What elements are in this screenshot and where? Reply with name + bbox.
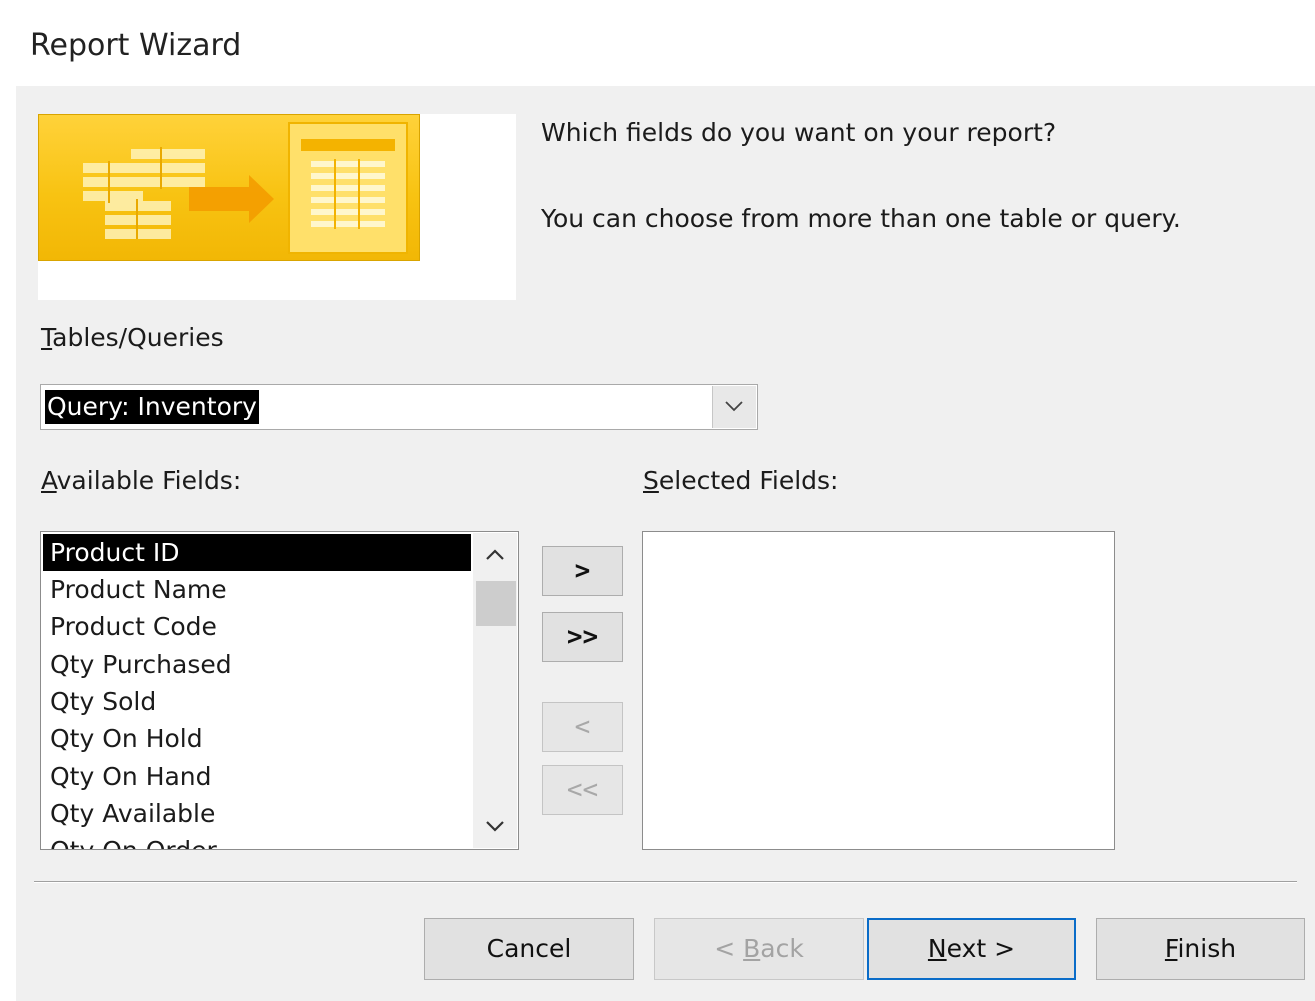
available-field-item[interactable]: Qty Purchased <box>43 646 471 683</box>
available-field-item[interactable]: Qty Sold <box>43 683 471 720</box>
finish-button-mnemonic: F <box>1164 934 1178 963</box>
available-field-item[interactable]: Qty On Hand <box>43 758 471 795</box>
finish-button-label: inish <box>1177 934 1237 963</box>
available-field-item[interactable]: Qty Available <box>43 795 471 832</box>
available-field-item[interactable]: Qty On Order <box>43 832 471 849</box>
hint-text: You can choose from more than one table … <box>541 204 1181 233</box>
next-button[interactable]: Next > <box>867 918 1076 980</box>
chevron-down-icon <box>725 401 743 412</box>
chevron-up-icon[interactable] <box>473 533 517 577</box>
available-field-item[interactable]: Product ID <box>43 534 471 571</box>
available-fields-scrollbar[interactable] <box>473 533 517 848</box>
next-button-label: ext > <box>946 934 1016 963</box>
remove-field-button[interactable]: < <box>542 702 623 752</box>
tables-queries-combobox[interactable]: Query: Inventory <box>40 384 758 430</box>
add-all-fields-button[interactable]: >> <box>542 612 623 662</box>
available-fields-listbox[interactable]: Product ID Product Name Product Code Qty… <box>40 531 519 850</box>
available-fields-label-text: vailable Fields: <box>56 466 242 495</box>
tables-queries-dropdown-button[interactable] <box>712 386 756 428</box>
window-title: Report Wizard <box>30 28 242 63</box>
title-bar: Report Wizard <box>0 0 1315 86</box>
tables-queries-mnemonic: T <box>41 323 53 352</box>
available-field-item[interactable]: Product Name <box>43 571 471 608</box>
back-button-label: ack <box>760 934 804 963</box>
available-fields-mnemonic: A <box>41 466 57 495</box>
next-button-mnemonic: N <box>927 934 947 963</box>
remove-all-fields-button[interactable]: << <box>542 765 623 815</box>
available-fields-label: Available Fields: <box>41 466 241 495</box>
back-button-mnemonic: B <box>743 934 761 963</box>
footer-divider-highlight <box>34 882 1297 883</box>
selected-fields-label-text: elected Fields: <box>658 466 839 495</box>
available-field-item[interactable]: Product Code <box>43 608 471 645</box>
back-button-prefix: < <box>714 934 744 963</box>
selected-fields-mnemonic: S <box>643 466 659 495</box>
selected-fields-label: Selected Fields: <box>643 466 838 495</box>
tables-queries-label: Tables/Queries <box>41 323 224 352</box>
selected-fields-listbox[interactable] <box>642 531 1115 850</box>
back-button[interactable]: < Back <box>654 918 864 980</box>
add-field-button[interactable]: > <box>542 546 623 596</box>
available-field-item[interactable]: Qty On Hold <box>43 720 471 757</box>
question-text: Which fields do you want on your report? <box>541 118 1057 147</box>
chevron-down-icon[interactable] <box>473 804 517 848</box>
scrollbar-thumb[interactable] <box>476 581 516 626</box>
tables-queries-value: Query: Inventory <box>45 390 259 424</box>
report-wizard-banner-icon <box>38 114 420 261</box>
tables-queries-label-text: ables/Queries <box>52 323 224 352</box>
finish-button[interactable]: Finish <box>1096 918 1305 980</box>
cancel-button[interactable]: Cancel <box>424 918 634 980</box>
